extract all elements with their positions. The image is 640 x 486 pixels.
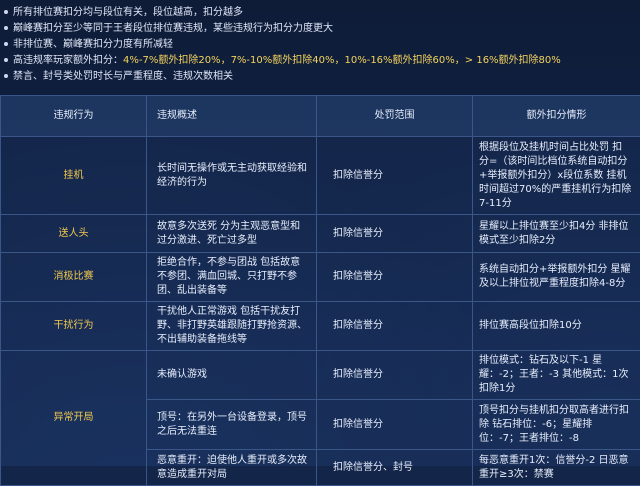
description-cell: 拒绝合作，不参与团战 包括故意不参团、满血回城、只打野不参团、乱出装备等 <box>147 253 317 302</box>
description-cell: 故意多次送死 分为主观恶意型和过分激进、死亡过多型 <box>147 215 317 253</box>
description-cell: 顶号：在另外一台设备登录，顶号之后无法重连 <box>147 400 317 450</box>
penalty-cell: 扣除信誉分 <box>317 215 473 253</box>
violation-table: 违规行为 违规概述 处罚范围 额外扣分情形 挂机 长时间无操作或无主动获取经验和… <box>0 95 640 486</box>
note-item: 禁言、封号类处罚时长与严重程度、违规次数相关 <box>4 71 233 83</box>
penalty-cell: 扣除信誉分 <box>317 400 473 450</box>
bullet-icon <box>4 58 8 62</box>
description-cell: 长时间无操作或无主动获取经验和经济的行为 <box>147 137 317 215</box>
note-text: 所有排位赛扣分均与段位有关，段位越高，扣分越多 <box>13 7 243 18</box>
extra-cell: 顶号扣分与挂机扣分取高者进行扣除 钻石排位：-6；星耀排位：-7；王者排位：-8 <box>473 400 640 450</box>
bullet-icon <box>4 26 8 30</box>
category-cell: 干扰行为 <box>1 302 147 351</box>
extra-cell: 排位赛高段位扣除10分 <box>473 302 640 351</box>
note-item: 高违规率玩家额外扣分：4%-7%额外扣除20%，7%-10%额外扣除40%，10… <box>4 55 561 67</box>
notes-list: 所有排位赛扣分均与段位有关，段位越高，扣分越多 巅峰赛扣分至少等同于王者段位排位… <box>0 0 640 86</box>
bullet-icon <box>4 10 8 14</box>
penalty-cell: 扣除信誉分 <box>317 302 473 351</box>
table-row: 送人头 故意多次送死 分为主观恶意型和过分激进、死亡过多型 扣除信誉分 星耀以上… <box>1 215 640 253</box>
table-row: 干扰行为 干扰他人正常游戏 包括干扰友打野、非打野英雄跟随打野抢资源、不出辅助装… <box>1 302 640 351</box>
column-header: 处罚范围 <box>317 96 473 137</box>
category-cell: 消极比赛 <box>1 253 147 302</box>
penalty-cell: 扣除信誉分 <box>317 351 473 400</box>
category-cell: 送人头 <box>1 215 147 253</box>
extra-cell: 根据段位及挂机时间占比处罚 扣分=（该时间比档位系统自动扣分+举报额外扣分）x段… <box>473 137 640 215</box>
table-row: 挂机 长时间无操作或无主动获取经验和经济的行为 扣除信誉分 根据段位及挂机时间占… <box>1 137 640 215</box>
column-header: 额外扣分情形 <box>473 96 640 137</box>
category-cell: 异常开局 <box>1 351 147 486</box>
extra-cell: 每恶意重开1次：信誉分-2 日恶意重开≥3次：禁赛 <box>473 450 640 486</box>
column-header: 违规概述 <box>147 96 317 137</box>
note-highlight: 4%-7%额外扣除20%，7%-10%额外扣除40%，10%-16%额外扣除60… <box>123 55 561 66</box>
extra-cell: 系统自动扣分+举报额外扣分 星耀及以上排位视严重程度扣除4-8分 <box>473 253 640 302</box>
note-item: 非排位赛、巅峰赛扣分力度有所减轻 <box>4 39 173 51</box>
note-text: 禁言、封号类处罚时长与严重程度、违规次数相关 <box>13 71 233 82</box>
description-cell: 干扰他人正常游戏 包括干扰友打野、非打野英雄跟随打野抢资源、不出辅助装备拖线等 <box>147 302 317 351</box>
bullet-icon <box>4 74 8 78</box>
bullet-icon <box>4 42 8 46</box>
table-row: 异常开局 未确认游戏 扣除信誉分 排位模式：钻石及以下-1 星耀：-2；王者：-… <box>1 351 640 400</box>
description-cell: 恶意重开：迫使他人重开或多次故意造成重开对局 <box>147 450 317 486</box>
category-cell: 挂机 <box>1 137 147 215</box>
penalty-cell: 扣除信誉分 <box>317 137 473 215</box>
note-item: 巅峰赛扣分至少等同于王者段位排位赛违规，某些违规行为扣分力度更大 <box>4 23 333 35</box>
penalty-cell: 扣除信誉分、封号 <box>317 450 473 486</box>
note-text: 高违规率玩家额外扣分： <box>13 55 123 66</box>
note-text: 巅峰赛扣分至少等同于王者段位排位赛违规，某些违规行为扣分力度更大 <box>13 23 333 34</box>
column-header: 违规行为 <box>1 96 147 137</box>
description-cell: 未确认游戏 <box>147 351 317 400</box>
table-header-row: 违规行为 违规概述 处罚范围 额外扣分情形 <box>1 96 640 137</box>
table-row: 消极比赛 拒绝合作，不参与团战 包括故意不参团、满血回城、只打野不参团、乱出装备… <box>1 253 640 302</box>
note-item: 所有排位赛扣分均与段位有关，段位越高，扣分越多 <box>4 7 243 19</box>
extra-cell: 星耀以上排位赛至少扣4分 非排位模式至少扣除2分 <box>473 215 640 253</box>
note-text: 非排位赛、巅峰赛扣分力度有所减轻 <box>13 39 173 50</box>
penalty-cell: 扣除信誉分 <box>317 253 473 302</box>
extra-cell: 排位模式：钻石及以下-1 星耀：-2；王者：-3 其他模式：1次扣除1分 <box>473 351 640 400</box>
